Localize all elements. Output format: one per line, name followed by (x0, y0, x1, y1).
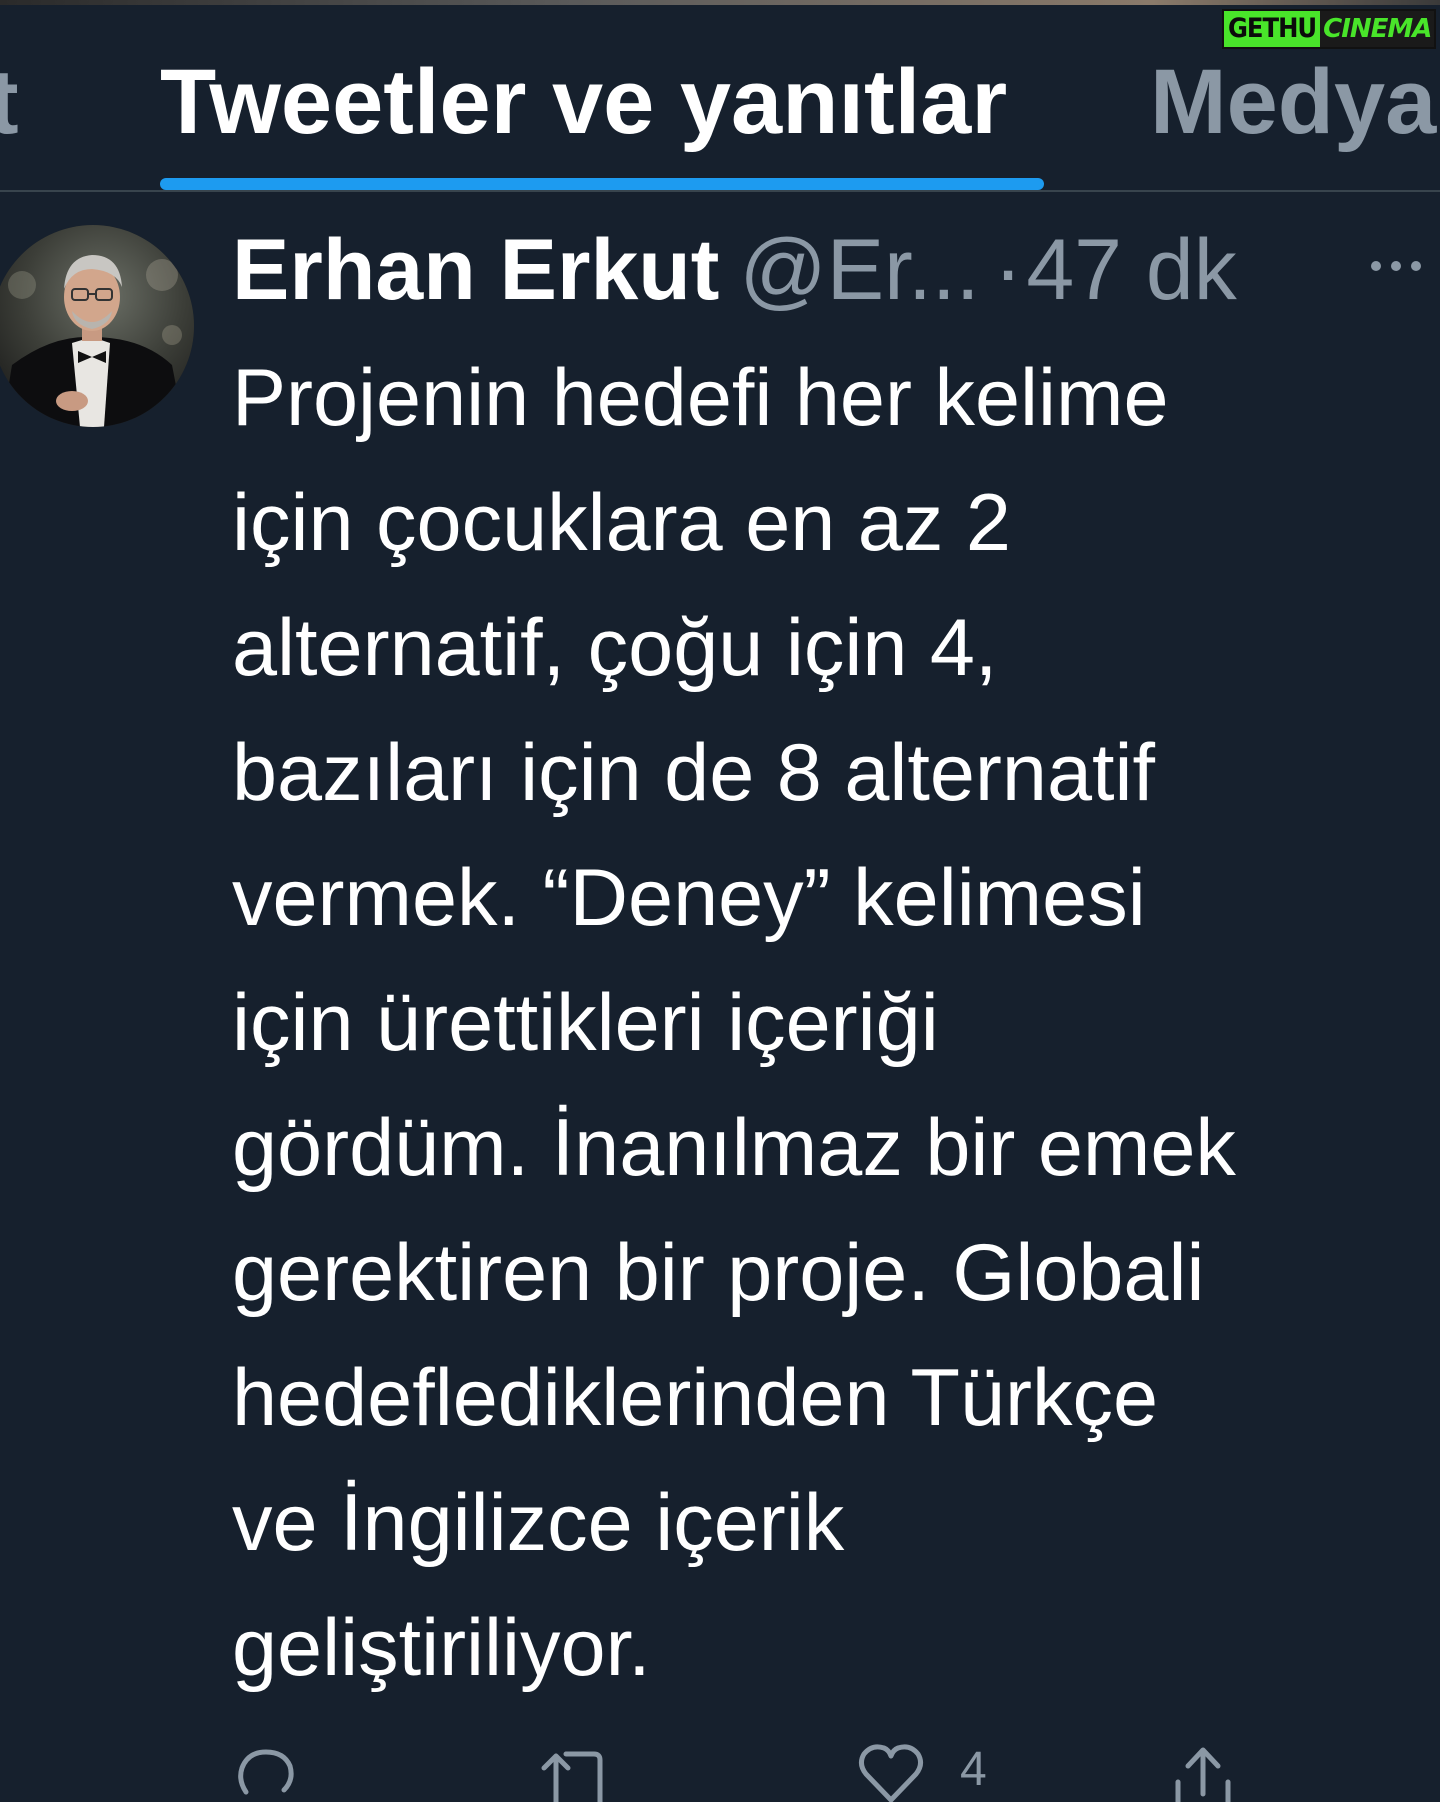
tweet-text-line: için çocuklara en az 2 (232, 478, 1011, 568)
tweet-text-line: Projenin hedefi her kelime (232, 353, 1169, 443)
tweet-text-line: bazıları için de 8 alternatif (232, 728, 1155, 818)
tweet-header: Erhan Erkut @Er... ·47 dk (232, 220, 1432, 320)
heart-icon (858, 1744, 924, 1802)
tab-tweets-and-replies[interactable]: Tweetler ve yanıtlar (160, 50, 1007, 154)
author-avatar[interactable] (0, 225, 194, 427)
tweet-text-line: alternatif, çoğu için 4, (232, 603, 998, 693)
share-button[interactable] (1168, 1742, 1238, 1802)
avatar-photo (0, 225, 194, 427)
tweet-text-line: ve İngilizce içerik (232, 1478, 845, 1568)
like-count: 4 (960, 1743, 987, 1796)
tweet-actions: 4 (0, 1742, 1440, 1802)
tweet-text-line: geliştiriliyor. (232, 1603, 651, 1693)
profile-tabs: t Tweetler ve yanıtlar Medya (0, 0, 1440, 190)
tweet-text-line: için ürettikleri içeriği (232, 978, 939, 1068)
like-button[interactable] (856, 1742, 926, 1802)
tweet-text-line: vermek. “Deney” kelimesi (232, 853, 1146, 943)
tabs-divider (0, 190, 1440, 192)
header-separator: · (993, 222, 1023, 318)
share-icon (1175, 1747, 1231, 1802)
tweet-text-line: gördüm. İnanılmaz bir emek (232, 1103, 1236, 1193)
tweet-text: Projenin hedefi her kelime için çocuklar… (232, 336, 1432, 1711)
reply-icon (238, 1749, 294, 1795)
author-name[interactable]: Erhan Erkut (232, 222, 719, 318)
author-handle[interactable]: @Er... (739, 222, 979, 318)
retweet-button[interactable] (538, 1742, 618, 1802)
active-tab-indicator (160, 178, 1044, 190)
reply-button[interactable] (232, 1742, 300, 1795)
tweet-timestamp[interactable]: 47 dk (1026, 222, 1236, 318)
retweet-icon (541, 1751, 603, 1802)
tweet-text-line: gerektiren bir proje. Globali (232, 1228, 1205, 1318)
tab-tweets[interactable]: t (0, 50, 19, 154)
tab-media[interactable]: Medya (1150, 50, 1436, 154)
more-dots-icon (1371, 261, 1421, 271)
more-options-button[interactable] (1366, 246, 1426, 286)
tweet-text-line: hedeflediklerinden Türkçe (232, 1353, 1159, 1443)
